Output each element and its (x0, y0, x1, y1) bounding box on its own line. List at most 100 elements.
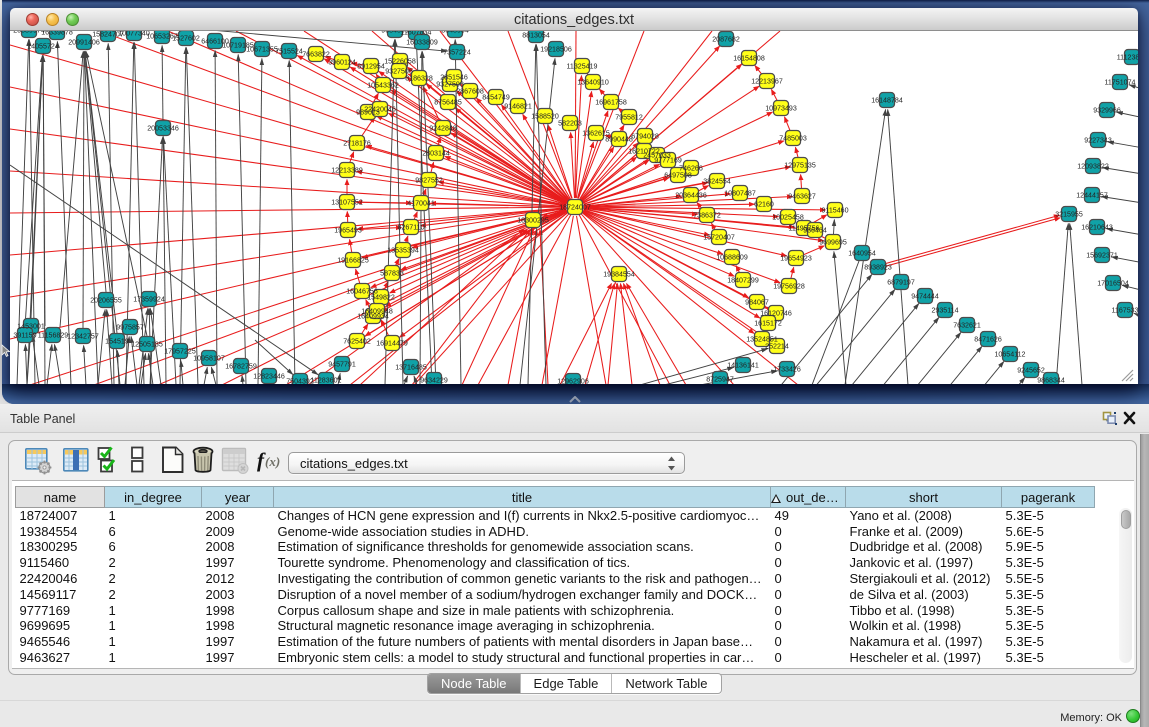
delete-table-button[interactable] (221, 445, 249, 475)
float-panel-icon[interactable] (1102, 411, 1118, 426)
table-row[interactable]: 1456911722003Disruption of a novel membe… (16, 586, 1095, 602)
citation-edge-black[interactable] (834, 252, 846, 385)
column-header-year[interactable]: year (202, 487, 274, 508)
table-row[interactable]: 969969511998Structural magnetic resonanc… (16, 618, 1095, 634)
citation-edge-red[interactable] (560, 284, 612, 385)
table-cell: 9699695 (16, 618, 105, 634)
node-table[interactable]: namein_degreeyeartitleout_de…shortpagera… (15, 486, 1095, 665)
graph-node-label: 9329966 (1093, 107, 1121, 115)
citation-edge-black[interactable] (215, 51, 217, 385)
citation-edge-black[interactable] (86, 51, 147, 336)
citation-edge-black[interactable] (817, 289, 896, 384)
table-cell: 5.6E-5 (1002, 523, 1095, 539)
citation-edge-black[interactable] (918, 332, 961, 384)
table-row[interactable]: 946554611997Estimation of the future num… (16, 634, 1095, 650)
column-header-pagerank[interactable]: pagerank (1002, 487, 1095, 508)
unselect-all-button[interactable] (130, 445, 145, 475)
panel-scrollbar[interactable] (1140, 434, 1149, 727)
citation-edge-black[interactable] (985, 361, 1004, 384)
citation-edge-black[interactable] (1107, 142, 1138, 149)
citation-edge-red[interactable] (585, 284, 615, 385)
function-builder-button[interactable]: f (x) (256, 445, 284, 475)
citation-edge-black[interactable] (812, 261, 859, 384)
citation-edge-black[interactable] (204, 367, 207, 384)
network-canvas[interactable]: 2053997416339878140557242099140615824707… (10, 31, 1138, 384)
citation-edge-black[interactable] (32, 335, 39, 384)
table-cell: 1 (105, 634, 202, 650)
citation-edge-red[interactable] (621, 284, 633, 385)
citation-edge-black[interactable] (242, 375, 243, 384)
table-row[interactable]: 1830029562008Estimation of significance … (16, 539, 1095, 555)
column-header-name[interactable]: name (16, 487, 105, 508)
citation-edge-black[interactable] (181, 361, 183, 385)
network-window-titlebar[interactable]: citations_edges.txt (10, 8, 1138, 31)
citation-edge-red[interactable] (878, 215, 1060, 265)
tab-node-table[interactable]: Node Table (428, 674, 520, 693)
table-scrollbar[interactable] (1119, 508, 1132, 663)
table-row[interactable]: 1872400712008Changes of HCN gene express… (16, 508, 1095, 524)
citation-edge-red[interactable] (571, 133, 575, 199)
table-row[interactable]: 2242004622012Investigating the contribut… (16, 571, 1095, 587)
citation-edge-red[interactable] (878, 218, 1060, 268)
citation-edge-black[interactable] (85, 52, 106, 293)
column-header-short[interactable]: short (846, 487, 1002, 508)
citation-edge-red[interactable] (575, 31, 576, 198)
table-row[interactable]: 911546021997Tourette syndrome. Phenomeno… (16, 555, 1095, 571)
column-header-out_de[interactable]: out_de… (771, 487, 846, 508)
citation-edge-black[interactable] (211, 367, 216, 384)
citation-edge-black[interactable] (404, 376, 408, 384)
citation-edge-black[interactable] (420, 52, 422, 385)
citation-edge-black[interactable] (238, 55, 246, 385)
citation-edge-red[interactable] (608, 284, 618, 385)
citation-edge-black[interactable] (55, 344, 62, 384)
citation-edge-black[interactable] (31, 56, 43, 319)
table-cell: 5.3E-5 (1002, 650, 1095, 666)
graph-node-label: 12975135 (784, 162, 816, 170)
citation-edge-black[interactable] (98, 310, 105, 385)
table-row[interactable]: 1938455462009Genome-wide association stu… (16, 523, 1095, 539)
citation-edge-black[interactable] (395, 40, 403, 385)
resize-grip-icon[interactable] (1119, 367, 1135, 382)
delete-column-button[interactable] (190, 445, 216, 475)
citation-edge-black[interactable] (1070, 224, 1082, 385)
select-columns-button[interactable] (62, 445, 90, 475)
table-select-dropdown[interactable]: citations_edges.txt (288, 452, 685, 474)
citation-edge-black[interactable] (884, 317, 940, 384)
citation-edge-black[interactable] (852, 303, 919, 384)
citation-edge-black[interactable] (289, 61, 295, 385)
table-row[interactable]: 977716911998Corpus callosum shape and si… (16, 602, 1095, 618)
citation-edge-red[interactable] (10, 207, 566, 213)
citation-edge-red[interactable] (10, 171, 566, 206)
citation-edge-black[interactable] (83, 52, 84, 329)
citation-edge-black[interactable] (180, 48, 186, 385)
tab-edge-table[interactable]: Edge Table (520, 674, 612, 693)
graph-node-label: 1167533 (1111, 307, 1138, 315)
select-all-button[interactable] (97, 445, 119, 475)
citation-edge-black[interactable] (950, 346, 982, 384)
citation-edge-black[interactable] (162, 46, 166, 385)
new-column-button[interactable] (160, 445, 186, 475)
citation-edge-red[interactable] (581, 46, 720, 200)
citation-edge-black[interactable] (1019, 377, 1025, 384)
graph-node-label: 18300295 (517, 217, 549, 225)
citation-edge-black[interactable] (84, 346, 86, 385)
citation-edge-black[interactable] (25, 345, 27, 385)
citation-edge-red[interactable] (584, 194, 731, 206)
show-table-options-button[interactable] (20, 445, 54, 475)
citation-edge-black[interactable] (888, 110, 908, 385)
column-header-in_degree[interactable]: in_degree (105, 487, 202, 508)
tab-network-table[interactable]: Network Table (611, 674, 720, 693)
column-header-title[interactable]: title (274, 487, 771, 508)
citation-edge-black[interactable] (1056, 224, 1068, 385)
memory-status-label: Memory: OK (1060, 712, 1122, 724)
citation-edge-red[interactable] (100, 31, 567, 204)
graph-node-label: 7515524 (275, 48, 303, 56)
close-panel-icon[interactable] (1123, 411, 1136, 425)
splitter-handle-icon[interactable] (567, 396, 583, 404)
table-row[interactable]: 946362711997Embryonic stem cells: a mode… (16, 650, 1095, 666)
table-cell: 0 (771, 602, 846, 618)
citation-edge-red[interactable] (577, 216, 607, 384)
citation-edge-red[interactable] (10, 208, 566, 255)
citation-edge-red[interactable] (624, 284, 661, 385)
table-scrollbar-thumb[interactable] (1121, 510, 1131, 529)
